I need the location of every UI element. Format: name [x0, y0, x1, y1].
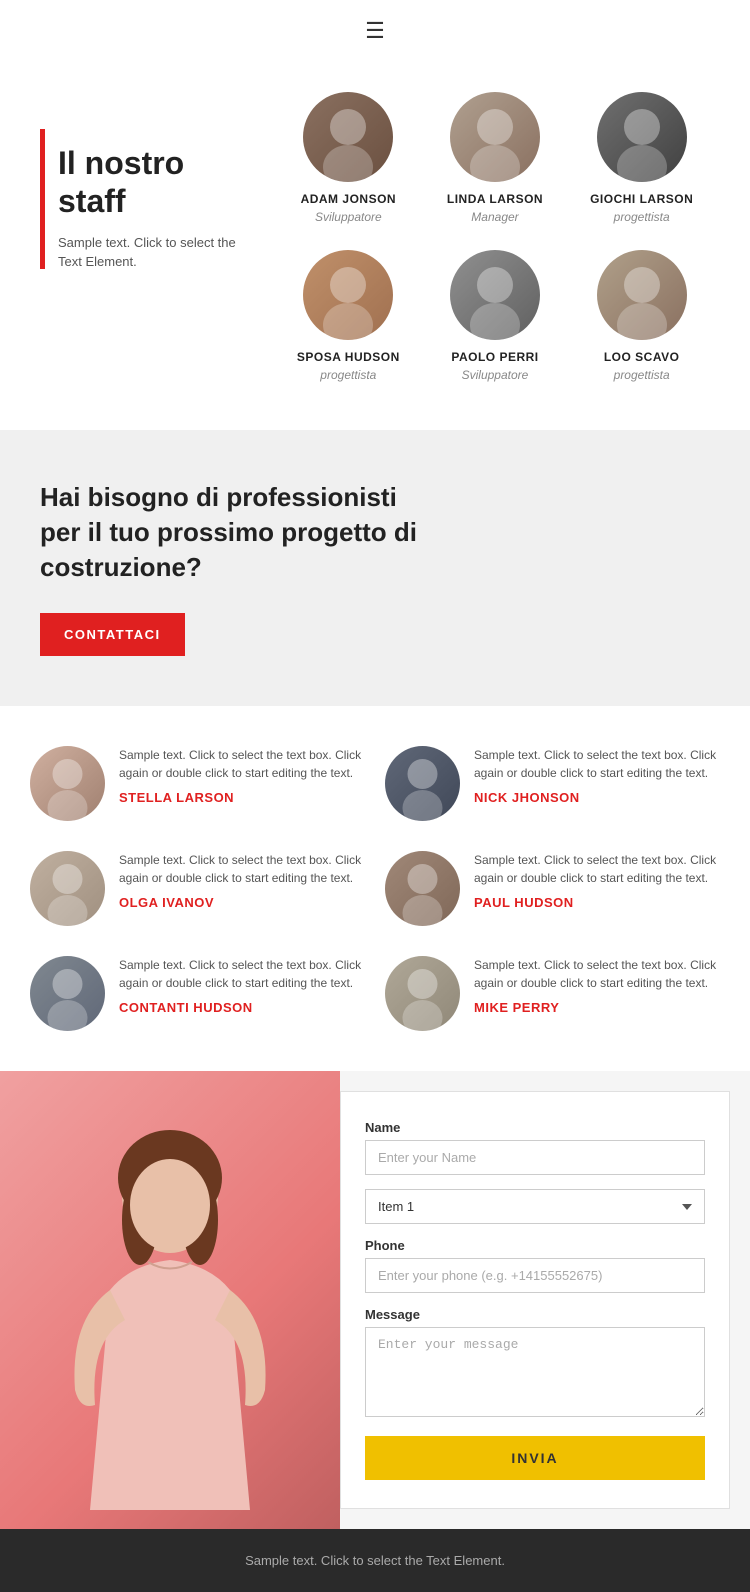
team-item-description: Sample text. Click to select the text bo…: [119, 851, 365, 887]
team-avatar: [30, 851, 105, 926]
item-select[interactable]: Item 1Item 2Item 3: [365, 1189, 705, 1224]
team-item-content: Sample text. Click to select the text bo…: [474, 956, 720, 1015]
staff-member-role: progettista: [614, 368, 670, 382]
footer: Sample text. Click to select the Text El…: [0, 1529, 750, 1592]
team-item-name: CONTANTI HUDSON: [119, 1000, 365, 1015]
staff-card: GIOCHI LARSON progettista: [573, 84, 710, 232]
team-item-content: Sample text. Click to select the text bo…: [119, 851, 365, 910]
staff-avatar: [303, 250, 393, 340]
team-item-name: MIKE PERRY: [474, 1000, 720, 1015]
cta-section: Hai bisogno di professionisti per il tuo…: [0, 430, 750, 706]
team-item-name: NICK JHONSON: [474, 790, 720, 805]
team-list-item: Sample text. Click to select the text bo…: [30, 956, 365, 1031]
staff-member-role: Sviluppatore: [315, 210, 382, 224]
team-list-item: Sample text. Click to select the text bo…: [385, 851, 720, 926]
team-avatar: [385, 746, 460, 821]
staff-avatar: [450, 92, 540, 182]
team-item-name: OLGA IVANOV: [119, 895, 365, 910]
team-list-item: Sample text. Click to select the text bo…: [30, 746, 365, 821]
staff-card: LOO SCAVO progettista: [573, 242, 710, 390]
contact-button[interactable]: CONTATTACI: [40, 613, 185, 656]
staff-member-name: LINDA LARSON: [447, 192, 543, 206]
staff-section: Il nostro staff Sample text. Click to se…: [0, 54, 750, 430]
cta-title: Hai bisogno di professionisti per il tuo…: [40, 480, 420, 585]
footer-text: Sample text. Click to select the Text El…: [40, 1553, 710, 1568]
name-field-group: Name: [365, 1120, 705, 1175]
staff-avatar: [450, 250, 540, 340]
staff-member-role: Sviluppatore: [462, 368, 529, 382]
phone-input[interactable]: [365, 1258, 705, 1293]
staff-card: PAOLO PERRI Sviluppatore: [427, 242, 564, 390]
contact-section: Name Item 1Item 2Item 3 Phone Message IN…: [0, 1071, 750, 1529]
staff-card: ADAM JONSON Sviluppatore: [280, 84, 417, 232]
submit-button[interactable]: INVIA: [365, 1436, 705, 1480]
staff-member-name: LOO SCAVO: [604, 350, 680, 364]
team-item-content: Sample text. Click to select the text bo…: [474, 851, 720, 910]
message-field-group: Message: [365, 1307, 705, 1422]
name-input[interactable]: [365, 1140, 705, 1175]
staff-grid: ADAM JONSON Sviluppatore LINDA LARSON Ma…: [260, 84, 710, 390]
message-textarea[interactable]: [365, 1327, 705, 1417]
team-item-description: Sample text. Click to select the text bo…: [119, 746, 365, 782]
team-grid: Sample text. Click to select the text bo…: [30, 746, 720, 1031]
team-avatar: [385, 956, 460, 1031]
staff-member-role: progettista: [320, 368, 376, 382]
message-label: Message: [365, 1307, 705, 1322]
staff-member-name: ADAM JONSON: [301, 192, 397, 206]
staff-section-title: Il nostro staff: [58, 144, 260, 221]
select-field-group: Item 1Item 2Item 3: [365, 1189, 705, 1224]
team-item-description: Sample text. Click to select the text bo…: [474, 956, 720, 992]
phone-label: Phone: [365, 1238, 705, 1253]
contact-form: Name Item 1Item 2Item 3 Phone Message IN…: [340, 1091, 730, 1509]
team-avatar: [385, 851, 460, 926]
staff-member-role: progettista: [614, 210, 670, 224]
team-item-description: Sample text. Click to select the text bo…: [119, 956, 365, 992]
menu-icon[interactable]: ☰: [365, 18, 385, 44]
header: ☰: [0, 0, 750, 54]
staff-card: LINDA LARSON Manager: [427, 84, 564, 232]
staff-member-name: SPOSA HUDSON: [297, 350, 400, 364]
name-label: Name: [365, 1120, 705, 1135]
team-item-name: STELLA LARSON: [119, 790, 365, 805]
team-item-content: Sample text. Click to select the text bo…: [119, 746, 365, 805]
team-item-description: Sample text. Click to select the text bo…: [474, 746, 720, 782]
team-list-item: Sample text. Click to select the text bo…: [30, 851, 365, 926]
team-item-name: PAUL HUDSON: [474, 895, 720, 910]
staff-left-content: Il nostro staff Sample text. Click to se…: [40, 84, 260, 390]
staff-member-name: PAOLO PERRI: [451, 350, 538, 364]
team-avatar: [30, 956, 105, 1031]
contact-image: [0, 1071, 340, 1529]
staff-avatar: [597, 250, 687, 340]
staff-avatar: [597, 92, 687, 182]
staff-section-description: Sample text. Click to select the Text El…: [58, 233, 260, 272]
staff-member-name: GIOCHI LARSON: [590, 192, 693, 206]
staff-card: SPOSA HUDSON progettista: [280, 242, 417, 390]
team-item-content: Sample text. Click to select the text bo…: [119, 956, 365, 1015]
staff-avatar: [303, 92, 393, 182]
staff-member-role: Manager: [471, 210, 518, 224]
team-list-item: Sample text. Click to select the text bo…: [385, 956, 720, 1031]
phone-field-group: Phone: [365, 1238, 705, 1293]
team-list-item: Sample text. Click to select the text bo…: [385, 746, 720, 821]
team-avatar: [30, 746, 105, 821]
team-list-section: Sample text. Click to select the text bo…: [0, 706, 750, 1071]
team-item-description: Sample text. Click to select the text bo…: [474, 851, 720, 887]
team-item-content: Sample text. Click to select the text bo…: [474, 746, 720, 805]
